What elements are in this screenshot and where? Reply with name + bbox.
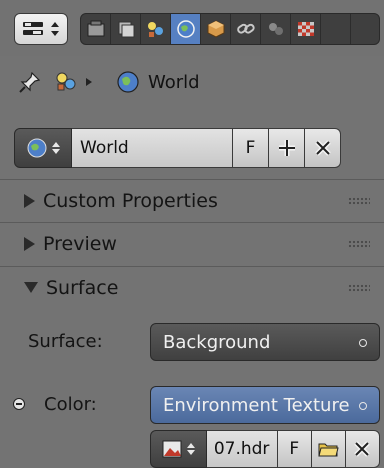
up-down-arrows-icon — [52, 142, 60, 154]
panel-title: Surface — [46, 276, 119, 299]
image-fake-user-button[interactable]: F — [277, 430, 312, 468]
modifiers-icon — [268, 23, 283, 35]
surface-shader-dropdown[interactable]: Background — [150, 323, 380, 361]
image-datablock-selector: 07.hdr F — [150, 430, 380, 468]
world-unlink-button[interactable] — [305, 128, 341, 168]
expand-arrow-icon — [24, 236, 35, 251]
surface-shader-value: Background — [163, 331, 271, 353]
world-icon — [27, 138, 47, 158]
collapse-arrow-icon — [24, 282, 38, 293]
panel-preview[interactable]: Preview — [0, 222, 384, 264]
drag-handle-icon[interactable] — [348, 197, 370, 205]
image-browse-button[interactable] — [150, 430, 207, 468]
world-new-button[interactable] — [269, 128, 305, 168]
image-unlink-button[interactable] — [345, 430, 380, 468]
world-datablock-selector: World F — [14, 128, 380, 168]
tab-constraints[interactable] — [231, 14, 261, 44]
world-icon — [176, 20, 195, 38]
plus-icon — [278, 140, 295, 156]
breadcrumb-separator-icon — [86, 78, 92, 86]
properties-context-tabs — [80, 13, 380, 45]
color-input-value: Environment Texture — [163, 394, 350, 416]
tab-texture[interactable] — [291, 14, 321, 44]
render-icon — [87, 20, 104, 37]
tab-render-layers[interactable] — [111, 14, 141, 44]
tab-object[interactable] — [201, 14, 231, 44]
panel-custom-properties[interactable]: Custom Properties — [0, 179, 384, 221]
socket-dot-icon — [359, 339, 367, 347]
scene-icon — [147, 22, 163, 37]
drag-handle-icon[interactable] — [348, 284, 370, 292]
editor-type-button[interactable] — [14, 13, 68, 45]
panel-title: Custom Properties — [43, 189, 218, 212]
texture-icon — [297, 22, 314, 36]
world-browse-button[interactable] — [14, 128, 72, 168]
pin-icon[interactable] — [18, 70, 42, 94]
tab-modifiers[interactable] — [261, 14, 291, 44]
panel-surface[interactable]: Surface — [0, 266, 384, 308]
drag-handle-icon[interactable] — [348, 240, 370, 248]
properties-editor-icon — [23, 22, 59, 36]
close-icon — [354, 441, 371, 457]
scene-icon — [56, 72, 76, 91]
tab-extra[interactable] — [321, 14, 351, 44]
color-label: Color: — [44, 394, 97, 415]
image-icon — [162, 440, 182, 458]
breadcrumb: World — [0, 56, 384, 108]
render-layers-icon — [118, 21, 134, 38]
image-open-button[interactable] — [311, 430, 346, 468]
breadcrumb-context-label: World — [148, 71, 200, 93]
color-input-dropdown[interactable]: Environment Texture — [150, 386, 380, 424]
constraints-icon — [236, 23, 255, 34]
surface-label: Surface: — [28, 331, 103, 352]
tab-world[interactable] — [171, 14, 201, 44]
folder-open-icon — [318, 443, 339, 457]
socket-toggle-icon[interactable] — [13, 398, 25, 410]
close-icon — [314, 140, 331, 156]
world-name-field[interactable]: World — [72, 128, 233, 168]
world-icon — [117, 71, 139, 93]
image-name-field[interactable]: 07.hdr — [206, 430, 278, 468]
tab-scene[interactable] — [141, 14, 171, 44]
socket-dot-icon — [359, 402, 367, 410]
object-icon — [207, 20, 224, 38]
up-down-arrows-icon — [187, 443, 196, 455]
world-fake-user-button[interactable]: F — [233, 128, 269, 168]
tab-render[interactable] — [81, 14, 111, 44]
panel-title: Preview — [43, 232, 117, 255]
expand-arrow-icon — [24, 193, 35, 208]
